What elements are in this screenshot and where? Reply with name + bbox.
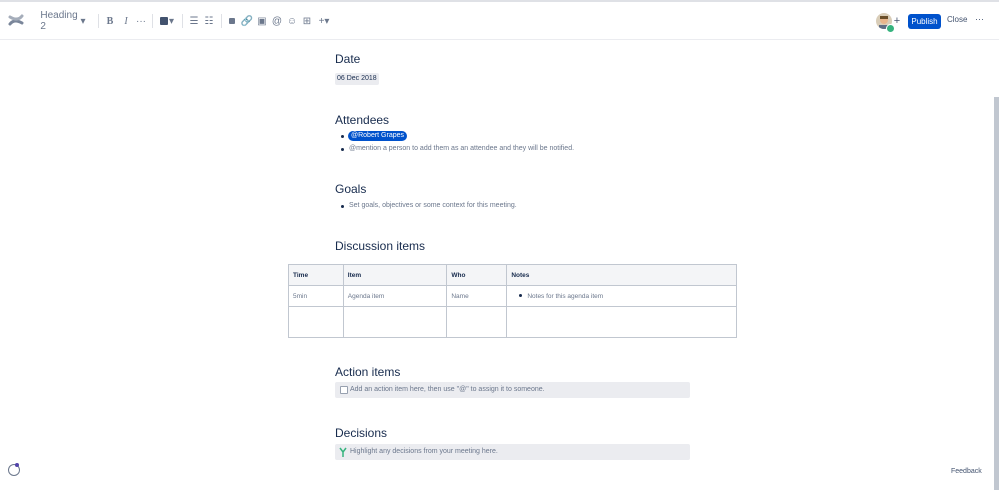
decision-row[interactable]: Highlight any decisions from your meetin… <box>335 444 690 460</box>
table-cell[interactable] <box>506 306 737 338</box>
more-formatting-icon[interactable]: ··· <box>136 13 146 29</box>
bullet <box>341 205 344 208</box>
bold-icon[interactable]: B <box>106 13 114 29</box>
decisions-heading: Decisions <box>335 426 388 440</box>
divider <box>182 14 183 28</box>
notes-placeholder: Notes for this agenda item <box>527 292 604 300</box>
decision-placeholder: Highlight any decisions from your meetin… <box>350 448 498 455</box>
bullet <box>341 148 344 151</box>
table-cell[interactable]: Name <box>446 285 508 307</box>
action-item-placeholder: Add an action item here, then use "@" to… <box>350 386 545 393</box>
scrollbar[interactable] <box>994 97 999 490</box>
table-cell[interactable] <box>288 306 344 338</box>
date-chip[interactable]: 06 Dec 2018 <box>335 73 379 85</box>
bullet <box>341 135 344 138</box>
italic-icon[interactable]: I <box>122 13 130 29</box>
table-header-cell[interactable]: Notes <box>506 264 737 286</box>
table-cell[interactable] <box>446 306 508 338</box>
discussion-table: Time Item Who Notes 5min Agenda item Nam… <box>288 264 737 338</box>
table-header-cell[interactable]: Item <box>342 264 448 286</box>
action-items-heading: Action items <box>335 365 401 379</box>
editor-toolbar: Heading 2 ▾ B I ··· ▾ ☰ ☷ 🔗 ▣ @ ☺ ⊞ +▾ +… <box>0 2 999 40</box>
bullet-list-icon[interactable]: ☰ <box>189 13 199 29</box>
text-color-icon[interactable]: ▾ <box>159 13 175 29</box>
table-header-row: Time Item Who Notes <box>288 264 737 286</box>
link-icon[interactable]: 🔗 <box>241 13 253 29</box>
table-cell[interactable]: Notes for this agenda item <box>506 285 737 307</box>
divider <box>152 14 153 28</box>
action-item-icon[interactable] <box>227 13 237 29</box>
attendee-mention[interactable]: @Robert Grapes <box>348 131 408 141</box>
date-heading: Date <box>335 52 361 66</box>
numbered-list-icon[interactable]: ☷ <box>204 13 214 29</box>
table-row: 5min Agenda item Name Notes for this age… <box>288 285 737 307</box>
add-collaborator-icon[interactable]: + <box>892 13 902 29</box>
notification-dot-icon <box>15 463 19 467</box>
table-cell[interactable]: Agenda item <box>342 285 448 307</box>
heading-style-select[interactable]: Heading 2 <box>40 10 78 32</box>
table-cell[interactable] <box>342 306 448 338</box>
action-item-row[interactable]: Add an action item here, then use "@" to… <box>335 382 690 398</box>
goals-placeholder[interactable]: Set goals, objectives or some context fo… <box>349 202 517 209</box>
goals-heading: Goals <box>335 182 367 196</box>
divider <box>221 14 222 28</box>
insert-more-icon[interactable]: +▾ <box>317 13 331 29</box>
chevron-down-icon[interactable]: ▾ <box>79 13 87 29</box>
divider <box>98 14 99 28</box>
checkbox[interactable] <box>340 386 348 394</box>
mention-icon[interactable]: @ <box>272 13 282 29</box>
decision-icon <box>339 447 347 457</box>
discussion-heading: Discussion items <box>335 239 426 253</box>
table-icon[interactable]: ⊞ <box>302 13 312 29</box>
table-cell[interactable]: 5min <box>288 285 344 307</box>
attendees-heading: Attendees <box>335 113 390 127</box>
table-header-cell[interactable]: Time <box>288 264 344 286</box>
feedback-link[interactable]: Feedback <box>951 468 982 475</box>
table-header-cell[interactable]: Who <box>446 264 508 286</box>
more-actions-icon[interactable]: ··· <box>975 14 984 24</box>
bullet <box>519 294 523 298</box>
table-row <box>288 306 737 338</box>
close-button[interactable]: Close <box>947 15 967 24</box>
attendee-placeholder[interactable]: @mention a person to add them as an atte… <box>349 145 574 152</box>
confluence-logo-icon[interactable] <box>8 12 24 28</box>
heading-style-label: Heading 2 <box>40 10 78 32</box>
publish-button[interactable]: Publish <box>908 14 941 29</box>
emoji-icon[interactable]: ☺ <box>287 13 297 29</box>
image-icon[interactable]: ▣ <box>257 13 267 29</box>
